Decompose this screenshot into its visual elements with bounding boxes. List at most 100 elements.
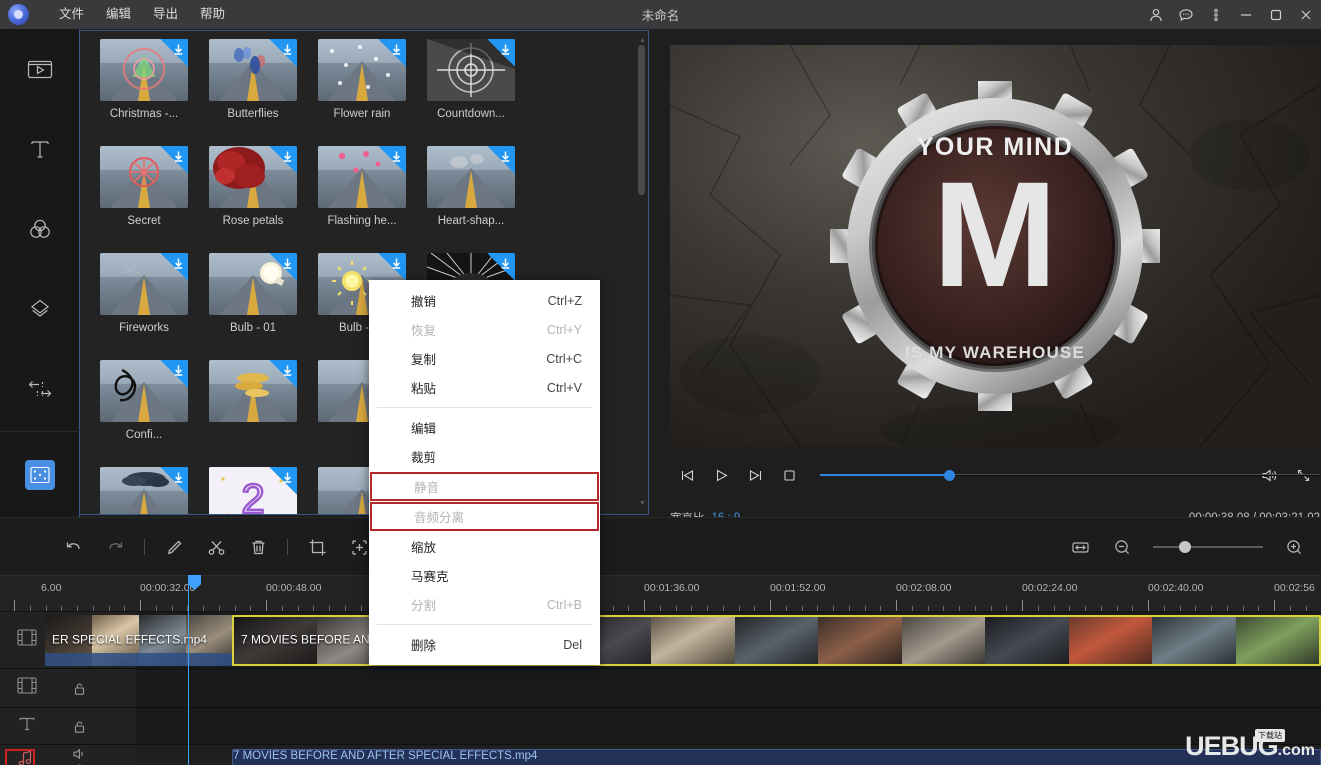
more-options-icon[interactable] xyxy=(1201,0,1231,29)
zoom-in-icon[interactable] xyxy=(1273,518,1315,576)
redo-button[interactable] xyxy=(94,518,136,576)
download-icon[interactable] xyxy=(269,467,297,495)
minimize-button[interactable] xyxy=(1231,0,1261,29)
effect-thumbnail[interactable] xyxy=(209,253,297,315)
effect-thumbnail[interactable] xyxy=(100,146,188,208)
account-icon[interactable] xyxy=(1141,0,1171,29)
effect-thumbnail[interactable] xyxy=(427,39,515,101)
audio-track[interactable]: 7 MOVIES BEFORE AND AFTER SPECIAL EFFECT… xyxy=(0,745,1321,765)
maximize-button[interactable] xyxy=(1261,0,1291,29)
timeline-clip[interactable]: ER SPECIAL EFFECTS.mp4 xyxy=(45,615,233,666)
effect-item[interactable]: Bulb - 01 xyxy=(209,253,318,360)
context-menu-item[interactable]: 裁剪 xyxy=(369,442,600,471)
video-monitor[interactable]: YOUR MIND M IS MY WAREHOUSE xyxy=(670,45,1320,447)
crop-button[interactable] xyxy=(296,518,338,576)
sidebar-item-effects[interactable] xyxy=(0,435,79,515)
undo-button[interactable] xyxy=(52,518,94,576)
download-icon[interactable] xyxy=(487,39,515,67)
effect-item[interactable]: 2Counto... xyxy=(209,467,318,515)
download-icon[interactable] xyxy=(269,39,297,67)
scroll-down-arrow[interactable]: ▼ xyxy=(639,500,646,507)
playhead-line[interactable] xyxy=(188,575,189,765)
effect-item[interactable]: Butterflies xyxy=(209,39,318,146)
effect-item[interactable]: Christmas -... xyxy=(100,39,209,146)
feedback-icon[interactable] xyxy=(1171,0,1201,29)
effect-thumbnail[interactable] xyxy=(318,146,406,208)
download-icon[interactable] xyxy=(269,253,297,281)
menu-file[interactable]: 文件 xyxy=(48,4,95,25)
effect-item[interactable] xyxy=(209,360,318,467)
context-menu-item[interactable]: 撤销Ctrl+Z xyxy=(369,286,600,315)
delete-button[interactable] xyxy=(237,518,279,576)
download-icon[interactable] xyxy=(160,146,188,174)
effect-thumbnail[interactable] xyxy=(100,253,188,315)
download-icon[interactable] xyxy=(160,467,188,495)
effect-thumbnail[interactable] xyxy=(209,39,297,101)
download-icon[interactable] xyxy=(487,253,515,281)
sidebar-item-media[interactable] xyxy=(0,29,80,109)
text-track[interactable] xyxy=(0,708,1321,745)
text-track-lock-toggle[interactable] xyxy=(73,720,86,739)
effect-item[interactable]: Countdown... xyxy=(427,39,536,146)
download-icon[interactable] xyxy=(378,39,406,67)
effect-thumbnail[interactable] xyxy=(427,146,515,208)
download-icon[interactable] xyxy=(378,146,406,174)
download-icon[interactable] xyxy=(487,146,515,174)
sidebar-item-overlay[interactable] xyxy=(0,269,80,349)
effect-thumbnail[interactable] xyxy=(100,467,188,515)
sidebar-item-filter[interactable] xyxy=(0,189,80,269)
effect-thumbnail[interactable] xyxy=(100,39,188,101)
effect-item[interactable]: Flashing he... xyxy=(318,146,427,253)
previous-frame-button[interactable] xyxy=(670,463,704,487)
sidebar-item-text[interactable] xyxy=(0,109,80,189)
effect-item[interactable]: Rainstorm xyxy=(100,467,209,515)
zoom-out-icon[interactable] xyxy=(1101,518,1143,576)
effect-item[interactable]: Heart-shap... xyxy=(427,146,536,253)
effect-item[interactable]: Confi... xyxy=(100,360,209,467)
sidebar-item-transition[interactable] xyxy=(0,349,80,429)
effect-item[interactable]: Flower rain xyxy=(318,39,427,146)
effects-scrollbar-thumb[interactable] xyxy=(638,45,645,195)
next-frame-button[interactable] xyxy=(738,463,772,487)
fit-to-window-icon[interactable] xyxy=(1059,518,1101,576)
video-track-2[interactable] xyxy=(0,669,1321,708)
context-menu-item[interactable]: 编辑 xyxy=(369,413,600,442)
context-menu-item[interactable]: 缩放 xyxy=(369,532,600,561)
play-button[interactable] xyxy=(704,463,738,487)
effect-item[interactable]: Rose petals xyxy=(209,146,318,253)
edit-button[interactable] xyxy=(153,518,195,576)
zoom-slider-knob[interactable] xyxy=(1179,541,1191,553)
effect-thumbnail[interactable] xyxy=(209,360,297,422)
seek-slider[interactable] xyxy=(820,463,1242,487)
split-button[interactable] xyxy=(195,518,237,576)
context-menu-item[interactable]: 粘贴Ctrl+V xyxy=(369,373,600,402)
download-icon[interactable] xyxy=(160,360,188,388)
context-menu-item[interactable]: 删除Del xyxy=(369,630,600,659)
effect-thumbnail[interactable] xyxy=(209,146,297,208)
download-icon[interactable] xyxy=(160,39,188,67)
effects-scrollbar[interactable]: ▲ ▼ xyxy=(637,37,646,507)
video-track-1[interactable]: ER SPECIAL EFFECTS.mp4 xyxy=(0,612,1321,669)
audio-clip[interactable]: 7 MOVIES BEFORE AND AFTER SPECIAL EFFECT… xyxy=(232,749,1321,765)
seek-knob[interactable] xyxy=(944,470,955,481)
stop-button[interactable] xyxy=(772,463,806,487)
context-menu-item[interactable]: 马赛克 xyxy=(369,561,600,590)
audio-track-header[interactable] xyxy=(0,745,136,765)
text-track-header[interactable] xyxy=(0,708,136,744)
effect-item[interactable]: Fireworks xyxy=(100,253,209,360)
download-icon[interactable] xyxy=(378,253,406,281)
effect-thumbnail[interactable] xyxy=(100,360,188,422)
scroll-up-arrow[interactable]: ▲ xyxy=(639,37,646,44)
video-track-2-lock-toggle[interactable] xyxy=(73,682,86,701)
download-icon[interactable] xyxy=(269,146,297,174)
close-button[interactable] xyxy=(1291,0,1321,29)
effect-thumbnail[interactable] xyxy=(318,39,406,101)
menu-help[interactable]: 帮助 xyxy=(189,4,236,25)
download-icon[interactable] xyxy=(160,253,188,281)
download-icon[interactable] xyxy=(269,360,297,388)
menu-export[interactable]: 导出 xyxy=(142,4,189,25)
timeline-zoom-slider[interactable] xyxy=(1153,518,1263,576)
effect-item[interactable]: Secret xyxy=(100,146,209,253)
menu-edit[interactable]: 编辑 xyxy=(95,4,142,25)
video-track-2-header[interactable] xyxy=(0,669,136,707)
